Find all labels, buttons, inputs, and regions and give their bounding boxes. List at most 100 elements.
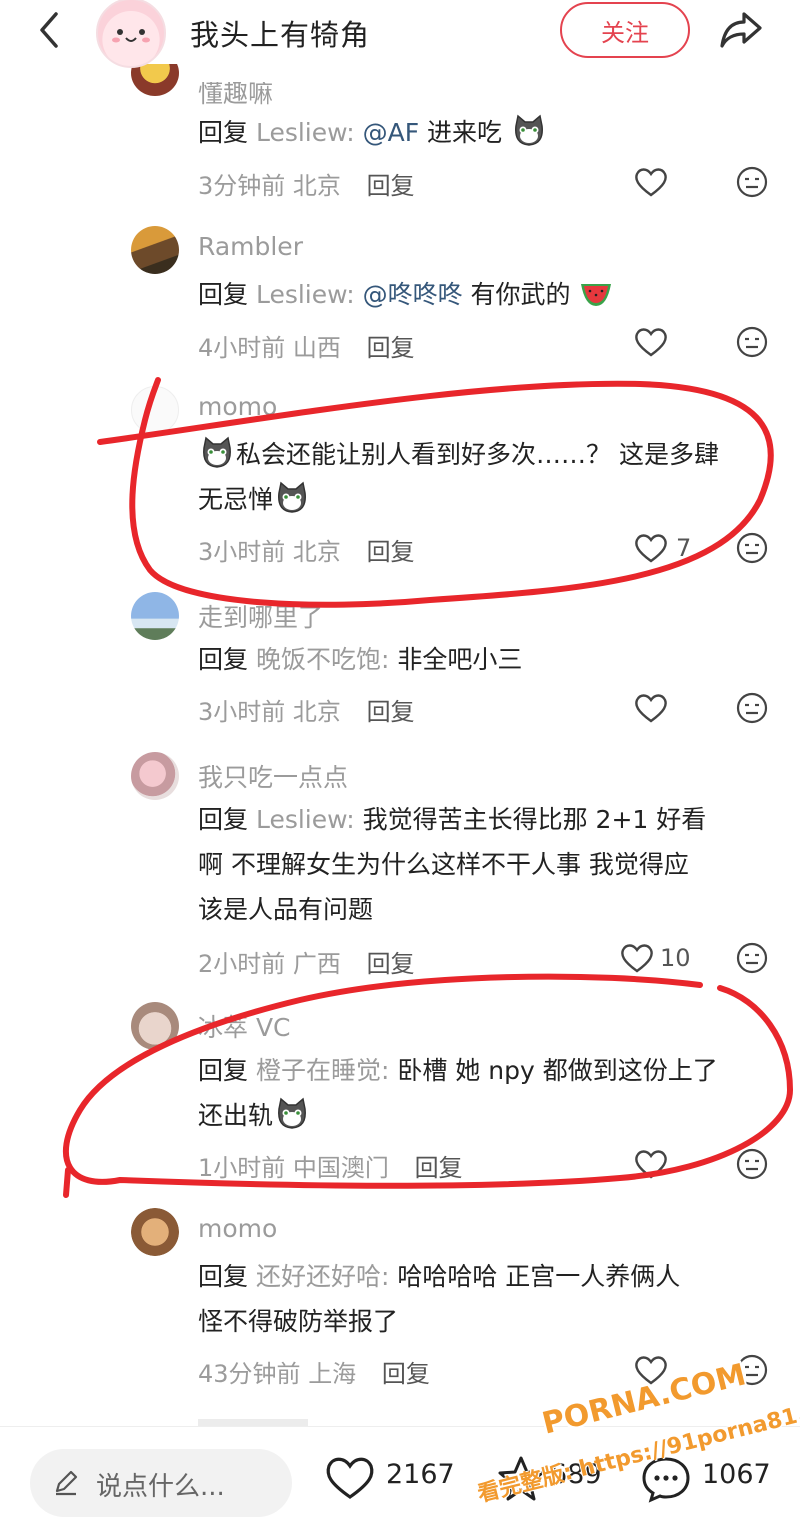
comment-body-line: 私会还能让别人看到好多次……？ 这是多肆 <box>236 440 719 469</box>
reply-target[interactable]: 橙子在睡觉 <box>256 1056 381 1085</box>
comment-text: 回复 Lesliew: @AF 进来吃 <box>198 110 778 155</box>
comment-time: 1小时前 <box>198 1154 286 1182</box>
comment-time: 2小时前 <box>198 950 286 978</box>
reply-button[interactable]: 回复 <box>367 538 415 566</box>
reply-button[interactable]: 回复 <box>367 950 415 978</box>
comment-meta: 3小时前 北京 回复 <box>198 692 415 727</box>
comment-text: 回复 还好还好哈: 哈哈哈哈 正宫一人养俩人 怪不得破防举报了 <box>198 1262 681 1336</box>
comment-meta: 2小时前 广西 回复 <box>198 944 415 979</box>
comment-body: 非全吧小三 <box>397 645 523 674</box>
comment-body-line: 该是人品有问题 <box>198 895 374 924</box>
dislike-face-icon[interactable] <box>736 166 768 198</box>
comment-text: 回复 晚饭不吃饱: 非全吧小三 <box>198 645 523 674</box>
mention-link[interactable]: @AF <box>363 118 419 147</box>
comment-count: 1067 <box>702 1459 771 1490</box>
reply-prefix: 回复 <box>198 645 249 674</box>
commenter-name[interactable]: momo <box>198 1214 277 1243</box>
dislike-face-icon[interactable] <box>736 326 768 358</box>
comment-meta: 43分钟前 上海 回复 <box>198 1354 430 1389</box>
comment-location: 山西 <box>292 334 341 362</box>
mention-link[interactable]: @咚咚咚 <box>363 280 463 309</box>
cat-emoji-icon <box>278 1097 306 1129</box>
pencil-icon <box>55 1470 78 1496</box>
author-name[interactable]: 我头上有犄角 <box>190 12 370 54</box>
dislike-face-icon[interactable] <box>736 692 768 724</box>
commenter-name[interactable]: 冰萃 VC <box>198 1008 291 1044</box>
comment-location: 北京 <box>292 538 341 566</box>
comment-location: 中国澳门 <box>292 1154 389 1182</box>
heart-icon[interactable] <box>634 1148 668 1180</box>
comment-body-line: 卧槽 她 npy 都做到这份上了 <box>397 1056 718 1085</box>
cat-emoji-icon <box>515 114 543 146</box>
comment-meta: 4小时前 山西 回复 <box>198 328 415 363</box>
share-icon[interactable] <box>716 6 766 52</box>
comment-location: 北京 <box>292 172 341 200</box>
top-bar: 我头上有犄角 关注 <box>0 0 800 68</box>
reply-prefix: 回复 <box>198 1262 249 1291</box>
reply-target[interactable]: Lesliew <box>256 118 346 147</box>
like-count: 10 <box>660 944 691 972</box>
reply-target[interactable]: 还好还好哈 <box>256 1262 381 1291</box>
commenter-avatar[interactable] <box>131 752 179 800</box>
comment-time: 4小时前 <box>198 334 286 362</box>
reply-prefix: 回复 <box>198 118 249 147</box>
comment-body-line: 我觉得苦主长得比那 2+1 好看 <box>362 805 707 834</box>
comment-location: 广西 <box>292 950 341 978</box>
heart-icon[interactable] <box>634 326 668 358</box>
comment-body-line: 啊 不理解女生为什么这样不干人事 我觉得应 <box>198 850 689 879</box>
comment-meta: 1小时前 中国澳门 回复 <box>198 1148 463 1183</box>
comment-time: 3小时前 <box>198 698 286 726</box>
comment-time: 43分钟前 <box>198 1360 301 1388</box>
comment-location: 北京 <box>292 698 341 726</box>
heart-icon[interactable] <box>634 532 668 564</box>
comment-location: 上海 <box>308 1360 357 1388</box>
cat-emoji-icon <box>278 481 306 513</box>
commenter-avatar[interactable] <box>131 386 179 434</box>
follow-button[interactable]: 关注 <box>560 2 690 58</box>
commenter-avatar[interactable] <box>131 226 179 274</box>
commenter-avatar[interactable] <box>131 1208 179 1256</box>
heart-icon[interactable] <box>620 942 654 974</box>
comment-text: 回复 Lesliew: @咚咚咚 有你武的 <box>198 272 778 317</box>
comment-meta: 3分钟前 北京 回复 <box>198 166 415 201</box>
comment-time: 3分钟前 <box>198 172 286 200</box>
commenter-name[interactable]: Rambler <box>198 232 303 261</box>
commenter-name[interactable]: 走到哪里了 <box>198 598 323 634</box>
commenter-name[interactable]: 懂趣嘛 <box>198 82 273 110</box>
dislike-face-icon[interactable] <box>736 1148 768 1180</box>
commenter-avatar[interactable] <box>131 1002 179 1050</box>
commenter-avatar[interactable] <box>131 592 179 640</box>
reply-button[interactable]: 回复 <box>382 1360 430 1388</box>
comment-body-line: 哈哈哈哈 正宫一人养俩人 <box>397 1262 681 1291</box>
dislike-face-icon[interactable] <box>736 942 768 974</box>
comment-time: 3小时前 <box>198 538 286 566</box>
reply-target[interactable]: Lesliew <box>256 280 346 309</box>
comment-body-line: 还出轨 <box>198 1101 274 1130</box>
heart-icon[interactable] <box>634 692 668 724</box>
back-arrow-icon[interactable] <box>30 8 74 52</box>
reply-target[interactable]: 晚饭不吃饱 <box>256 645 381 674</box>
reply-button[interactable]: 回复 <box>367 698 415 726</box>
cartoon-face-icon <box>112 29 150 43</box>
dislike-face-icon[interactable] <box>736 532 768 564</box>
author-avatar[interactable] <box>96 0 166 68</box>
comment-input-placeholder: 说点什么... <box>96 1472 225 1502</box>
comment-body-line: 怪不得破防举报了 <box>198 1307 399 1336</box>
reply-button[interactable]: 回复 <box>367 172 415 200</box>
comment-input[interactable]: 说点什么... <box>30 1449 292 1517</box>
reply-target[interactable]: Lesliew <box>256 805 346 834</box>
watermelon-emoji-icon <box>580 284 611 306</box>
like-count: 7 <box>676 534 692 562</box>
comment-body: 进来吃 <box>419 118 503 147</box>
cat-emoji-icon <box>203 436 231 468</box>
commenter-name[interactable]: 我只吃一点点 <box>198 758 348 794</box>
reply-prefix: 回复 <box>198 805 249 834</box>
comment-body: 有你武的 <box>462 280 571 309</box>
heart-icon[interactable] <box>634 166 668 198</box>
like-heart-icon[interactable] <box>324 1455 376 1501</box>
reply-button[interactable]: 回复 <box>367 334 415 362</box>
commenter-name[interactable]: momo <box>198 392 277 421</box>
reply-prefix: 回复 <box>198 280 249 309</box>
reply-button[interactable]: 回复 <box>415 1154 463 1182</box>
like-count-total: 2167 <box>386 1459 455 1490</box>
